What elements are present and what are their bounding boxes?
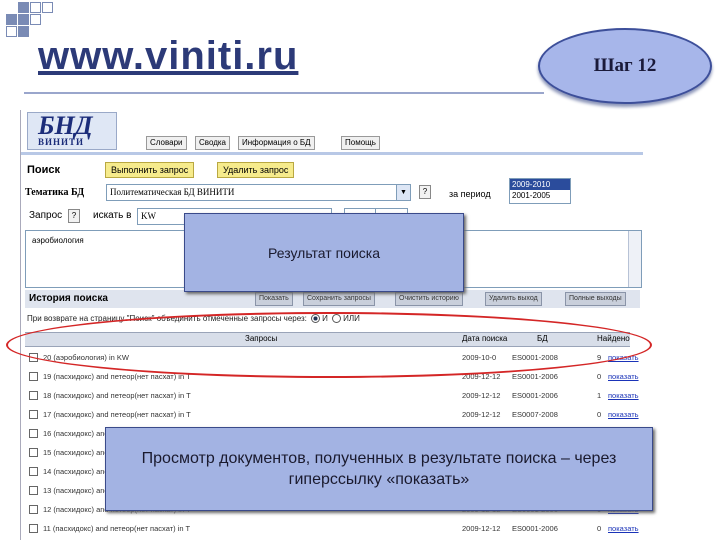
table-row: 20 (аэробиология) in KW 2009-10-0 ES0001-2… <box>25 350 639 365</box>
col-found: Найдено <box>597 334 630 343</box>
row-db: ES0001-2008 <box>512 353 558 362</box>
row-checkbox[interactable] <box>29 467 38 476</box>
row-found: 9 <box>597 353 602 362</box>
row-checkbox[interactable] <box>29 505 38 514</box>
result-callout: Результат поиска <box>184 213 464 292</box>
table-row: 11 (пасхидокс) and петеор(нет пасхат) in… <box>25 521 639 536</box>
row-checkbox[interactable] <box>29 429 38 438</box>
show-link[interactable]: показать <box>608 410 639 419</box>
row-found: 0 <box>597 410 602 419</box>
show-link[interactable]: показать <box>608 372 639 381</box>
period-label: за период <box>449 189 491 199</box>
table-header: Запросы Дата поиска БД Найдено <box>25 332 630 347</box>
header-divider <box>21 152 643 155</box>
search-section-label: Поиск <box>27 164 61 176</box>
combine-hint: При возврате на страницу "Поиск" объедин… <box>27 314 360 324</box>
show-button[interactable]: Показать <box>255 292 293 306</box>
topic-help-icon[interactable]: ? <box>419 185 431 199</box>
row-query: 19 (пасхидокс) and петеор(нет пасхат) in… <box>43 372 191 381</box>
radio-or-label: ИЛИ <box>343 314 360 323</box>
table-row: 19 (пасхидокс) and петеор(нет пасхат) in… <box>25 369 639 384</box>
combine-hint-text: При возврате на страницу "Поиск" объедин… <box>27 314 307 323</box>
row-date: 2009-12-12 <box>462 524 501 533</box>
row-date: 2009-12-12 <box>462 372 501 381</box>
row-checkbox[interactable] <box>29 486 38 495</box>
row-checkbox[interactable] <box>29 448 38 457</box>
row-db: ES0007-2008 <box>512 410 558 419</box>
run-query-button[interactable]: Выполнить запрос <box>105 162 195 178</box>
row-db: ES0001-2006 <box>512 391 558 400</box>
show-link[interactable]: показать <box>608 391 639 400</box>
show-link[interactable]: показать <box>608 524 639 533</box>
result-callout-text: Результат поиска <box>268 244 380 261</box>
query-help-icon[interactable]: ? <box>68 209 80 223</box>
row-query: 17 (пасхидокс) and петеор(нет пасхат) in… <box>43 410 191 419</box>
col-date: Дата поиска <box>462 334 508 343</box>
row-query: 18 (пасхидокс) and петеор(нет пасхат) in… <box>43 391 191 400</box>
logo-subtext: ВИНИТИ <box>38 137 85 147</box>
menu-help-button[interactable]: Помощь <box>341 136 380 150</box>
query-text: аэробиология <box>32 236 84 245</box>
search-in-label: искать в <box>93 210 132 221</box>
step-badge: Шаг 12 <box>538 28 712 104</box>
docs-callout-text: Просмотр документов, полученных в резуль… <box>141 450 617 488</box>
row-db: ES0001-2006 <box>512 524 558 533</box>
row-date: 2009-12-12 <box>462 410 501 419</box>
history-title: История поиска <box>29 293 108 304</box>
row-query: 11 (пасхидокс) and петеор(нет пасхат) in… <box>43 524 191 533</box>
period-list[interactable]: 2009-2010 2001-2005 <box>509 178 571 204</box>
menu-summary-button[interactable]: Сводка <box>195 136 231 150</box>
period-option[interactable]: 2009-2010 <box>510 179 570 190</box>
row-checkbox[interactable] <box>29 410 38 419</box>
textarea-scrollbar[interactable] <box>628 231 641 287</box>
row-found: 1 <box>597 391 602 400</box>
radio-or[interactable] <box>332 314 342 324</box>
menu-dictionaries-button[interactable]: Словари <box>146 136 187 150</box>
app-header: БНД ВИНИТИ Словари Сводка Информация о Б… <box>21 110 643 152</box>
delete-output-button[interactable]: Удалить выход <box>485 292 542 306</box>
table-row: 17 (пасхидокс) and петеор(нет пасхат) in… <box>25 407 639 422</box>
query-label: Запрос <box>29 210 63 221</box>
docs-callout: Просмотр документов, полученных в резуль… <box>105 427 653 511</box>
period-option[interactable]: 2001-2005 <box>510 190 570 201</box>
topic-select[interactable]: Политематическая БД ВИНИТИ ▼ <box>106 184 411 201</box>
row-checkbox[interactable] <box>29 524 38 533</box>
topic-select-value: Политематическая БД ВИНИТИ <box>110 187 235 197</box>
save-queries-button[interactable]: Сохранить запросы <box>303 292 375 306</box>
radio-and-label: И <box>322 314 328 323</box>
row-checkbox[interactable] <box>29 353 38 362</box>
show-link[interactable]: показать <box>608 353 639 362</box>
full-output-button[interactable]: Полные выходы <box>565 292 626 306</box>
chevron-down-icon: ▼ <box>396 185 410 200</box>
field-select-value: KW <box>141 211 156 221</box>
row-date: 2009-12-12 <box>462 391 501 400</box>
step-label: Шаг 12 <box>593 55 657 76</box>
row-checkbox[interactable] <box>29 391 38 400</box>
app-logo: БНД ВИНИТИ <box>27 111 117 150</box>
radio-and[interactable] <box>311 314 321 324</box>
history-header: История поиска Показать Сохранить запрос… <box>25 290 640 308</box>
title-divider <box>24 92 544 94</box>
clear-history-button[interactable]: Очистить историю <box>395 292 463 306</box>
row-query: 20 (аэробиология) in KW <box>43 353 129 362</box>
row-found: 0 <box>597 372 602 381</box>
table-row: 18 (пасхидокс) and петеор(нет пасхат) in… <box>25 388 639 403</box>
menu-db-info-button[interactable]: Информация о БД <box>238 136 315 150</box>
topic-label: Тематика БД <box>25 187 85 198</box>
row-date: 2009-10-0 <box>462 353 497 362</box>
row-found: 0 <box>597 524 602 533</box>
row-db: ES0001-2006 <box>512 372 558 381</box>
col-db: БД <box>537 334 548 343</box>
delete-query-button[interactable]: Удалить запрос <box>217 162 295 178</box>
col-queries: Запросы <box>245 334 278 343</box>
site-title: www.viniti.ru <box>38 34 299 78</box>
row-checkbox[interactable] <box>29 372 38 381</box>
